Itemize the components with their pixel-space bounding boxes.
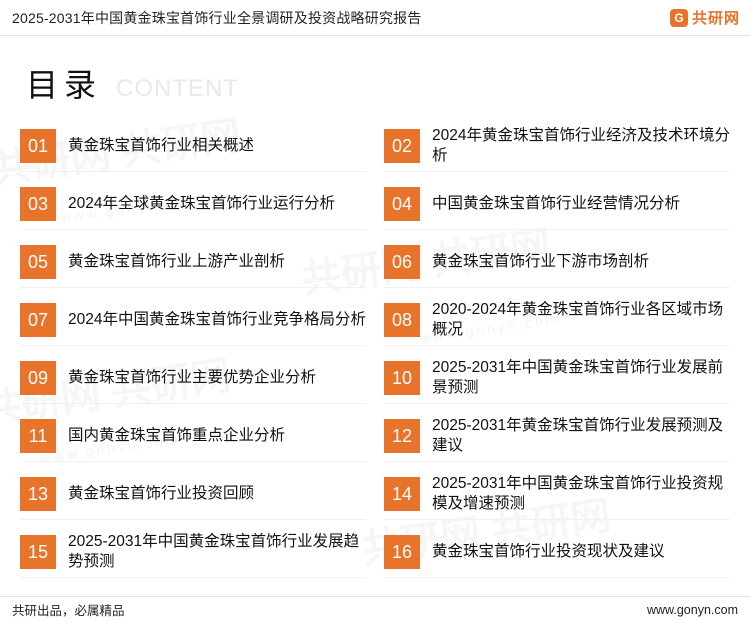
toc-item-label: 2025-2031年中国黄金珠宝首饰行业发展前景预测 xyxy=(432,359,724,396)
toc-item-label: 黄金珠宝首饰行业上游产业剖析 xyxy=(68,253,286,270)
toc-item[interactable]: 13 黄金珠宝首饰行业投资回顾 xyxy=(20,472,366,530)
toc-item-label: 2025-2031年黄金珠宝首饰行业发展预测及建议 xyxy=(432,417,724,454)
table-of-contents: 01 黄金珠宝首饰行业相关概述 02 2024年黄金珠宝首饰行业经济及技术环境分析 03… xyxy=(20,124,730,588)
contents-heading-cn: 目录 xyxy=(26,67,103,103)
toc-item-number: 13 xyxy=(20,477,56,511)
toc-item-number: 11 xyxy=(20,419,56,453)
footer-slogan: 共研出品，必属精品 xyxy=(12,604,125,618)
toc-item[interactable]: 14 2025-2031年中国黄金珠宝首饰行业投资规模及增速预测 xyxy=(384,472,730,530)
toc-item[interactable]: 08 2020-2024年黄金珠宝首饰行业各区域市场概况 xyxy=(384,298,730,356)
toc-item[interactable]: 10 2025-2031年中国黄金珠宝首饰行业发展前景预测 xyxy=(384,356,730,414)
toc-item[interactable]: 05 黄金珠宝首饰行业上游产业剖析 xyxy=(20,240,366,298)
toc-item-number: 07 xyxy=(20,303,56,337)
header-bar: 2025-2031年中国黄金珠宝首饰行业全景调研及投资战略研究报告 G 共研网 xyxy=(0,0,750,36)
toc-item-number: 12 xyxy=(384,419,420,453)
toc-item-number: 01 xyxy=(20,129,56,163)
toc-item-number: 06 xyxy=(384,245,420,279)
toc-item-number: 10 xyxy=(384,361,420,395)
brand-name: 共研网 xyxy=(691,10,740,27)
toc-item[interactable]: 01 黄金珠宝首饰行业相关概述 xyxy=(20,124,366,182)
toc-item[interactable]: 03 2024年全球黄金珠宝首饰行业运行分析 xyxy=(20,182,366,240)
toc-item-label: 黄金珠宝首饰行业主要优势企业分析 xyxy=(68,369,317,386)
toc-item-number: 04 xyxy=(384,187,420,221)
toc-item-label: 2020-2024年黄金珠宝首饰行业各区域市场概况 xyxy=(432,301,724,338)
toc-item-label: 黄金珠宝首饰行业相关概述 xyxy=(68,137,255,154)
toc-item-label: 黄金珠宝首饰行业下游市场剖析 xyxy=(432,253,650,270)
brand-logo: G 共研网 xyxy=(669,7,740,28)
toc-item[interactable]: 11 国内黄金珠宝首饰重点企业分析 xyxy=(20,414,366,472)
toc-item-number: 08 xyxy=(384,303,420,337)
toc-item-label: 中国黄金珠宝首饰行业经营情况分析 xyxy=(432,195,681,212)
toc-item[interactable]: 15 2025-2031年中国黄金珠宝首饰行业发展趋势预测 xyxy=(20,530,366,588)
toc-item-number: 03 xyxy=(20,187,56,221)
toc-item-label: 2025-2031年中国黄金珠宝首饰行业投资规模及增速预测 xyxy=(432,475,724,512)
contents-heading-en: CONTENT xyxy=(116,75,240,102)
toc-item[interactable]: 06 黄金珠宝首饰行业下游市场剖析 xyxy=(384,240,730,298)
brand-logo-icon: G xyxy=(669,8,688,27)
toc-item-label: 国内黄金珠宝首饰重点企业分析 xyxy=(68,427,286,444)
toc-item[interactable]: 02 2024年黄金珠宝首饰行业经济及技术环境分析 xyxy=(384,124,730,182)
toc-item-number: 16 xyxy=(384,535,420,569)
toc-item-number: 09 xyxy=(20,361,56,395)
toc-item[interactable]: 12 2025-2031年黄金珠宝首饰行业发展预测及建议 xyxy=(384,414,730,472)
toc-item-number: 05 xyxy=(20,245,56,279)
toc-item-label: 2024年中国黄金珠宝首饰行业竞争格局分析 xyxy=(68,311,366,328)
toc-item-number: 02 xyxy=(384,129,420,163)
report-title: 2025-2031年中国黄金珠宝首饰行业全景调研及投资战略研究报告 xyxy=(12,9,422,26)
toc-item-label: 2024年黄金珠宝首饰行业经济及技术环境分析 xyxy=(432,127,730,164)
toc-item[interactable]: 09 黄金珠宝首饰行业主要优势企业分析 xyxy=(20,356,366,414)
toc-item[interactable]: 16 黄金珠宝首饰行业投资现状及建议 xyxy=(384,530,730,588)
footer-url: www.gonyn.com xyxy=(646,602,738,617)
toc-item-label: 黄金珠宝首饰行业投资现状及建议 xyxy=(432,543,665,560)
contents-heading: 目录 CONTENT xyxy=(26,60,239,106)
footer-bar: 共研出品，必属精品 www.gonyn.com xyxy=(0,596,750,622)
toc-item-number: 14 xyxy=(384,477,420,511)
toc-item-label: 黄金珠宝首饰行业投资回顾 xyxy=(68,485,255,502)
toc-item-label: 2024年全球黄金珠宝首饰行业运行分析 xyxy=(68,195,335,212)
toc-item-label: 2025-2031年中国黄金珠宝首饰行业发展趋势预测 xyxy=(68,533,360,570)
toc-item-number: 15 xyxy=(20,535,56,569)
toc-item[interactable]: 07 2024年中国黄金珠宝首饰行业竞争格局分析 xyxy=(20,298,366,356)
toc-item[interactable]: 04 中国黄金珠宝首饰行业经营情况分析 xyxy=(384,182,730,240)
